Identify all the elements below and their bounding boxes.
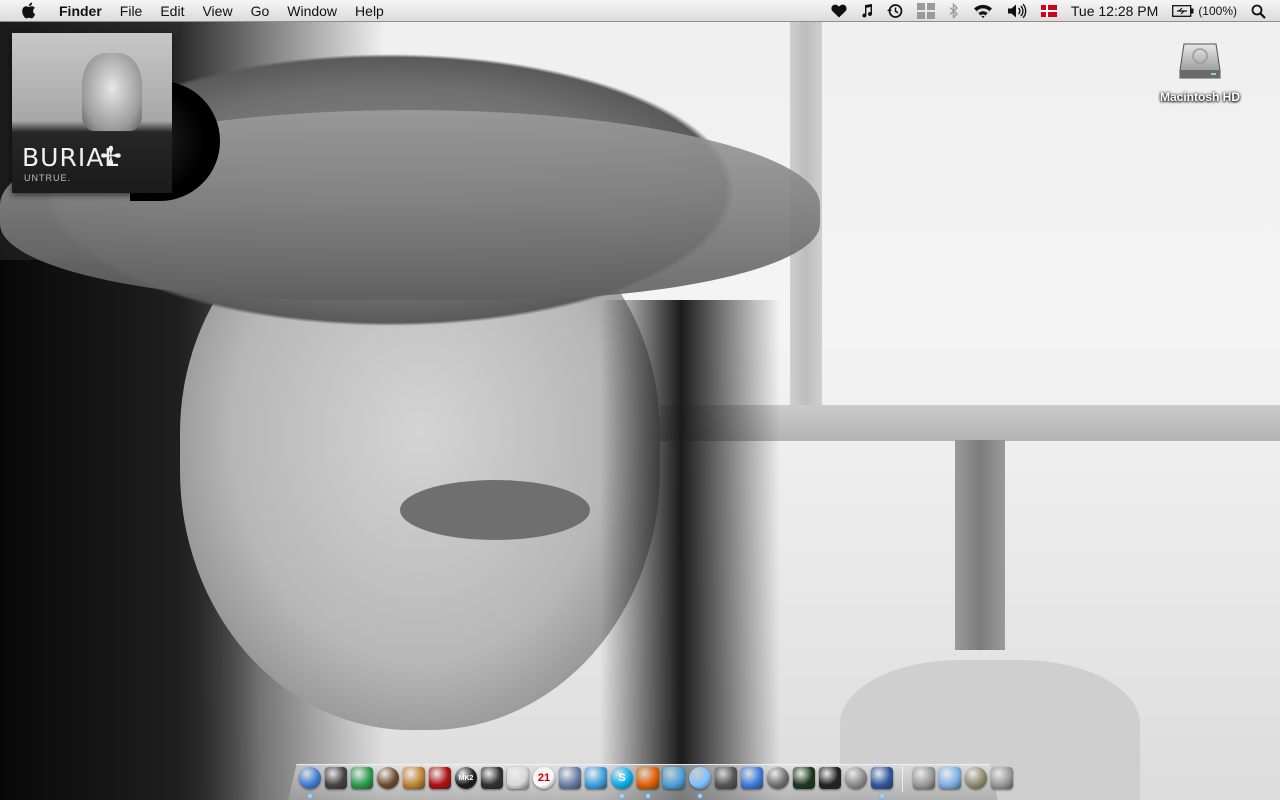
downloads-stack-icon[interactable]: [912, 766, 936, 790]
danish-flag-icon[interactable]: [1034, 0, 1064, 22]
apple-logo-icon[interactable]: [20, 2, 36, 19]
menu-app-finder[interactable]: Finder: [50, 0, 111, 22]
ical-label: 21: [537, 772, 551, 784]
running-indicator: [308, 794, 312, 798]
dashboard-icon[interactable]: [324, 766, 348, 790]
spotlight-icon[interactable]: [1244, 0, 1280, 22]
album-art-widget[interactable]: BURIAL ✢ UNTRUE.: [12, 33, 220, 201]
running-indicator: [880, 794, 884, 798]
mk2-app-label: MK2: [458, 774, 474, 782]
running-indicator: [698, 794, 702, 798]
photo-app-icon[interactable]: [870, 766, 894, 798]
menu-view[interactable]: View: [193, 0, 241, 22]
finder-icon[interactable]: [298, 766, 322, 798]
music-note-icon[interactable]: [854, 0, 880, 22]
album-cover: BURIAL ✢ UNTRUE.: [12, 33, 172, 193]
preview-icon[interactable]: [714, 766, 738, 790]
album-subtitle: UNTRUE.: [24, 173, 71, 183]
skype-icon[interactable]: S: [610, 766, 634, 798]
volume-icon[interactable]: [1000, 0, 1034, 22]
clock[interactable]: Tue 12:28 PM: [1064, 0, 1165, 22]
itunes-icon[interactable]: [688, 766, 712, 798]
heart-icon[interactable]: [824, 0, 854, 22]
running-indicator: [646, 794, 650, 798]
ical-icon[interactable]: 21: [532, 766, 556, 790]
mk2-app-icon[interactable]: MK2: [454, 766, 478, 790]
guitar-icon[interactable]: [402, 766, 426, 790]
photo-booth-icon[interactable]: [766, 766, 790, 790]
wallpaper-post-lower: [955, 440, 1005, 650]
menu-help[interactable]: Help: [346, 0, 393, 22]
trash-icon[interactable]: [990, 766, 1014, 790]
game-icon[interactable]: [376, 766, 400, 790]
wallpaper-lips: [400, 480, 590, 540]
dock-icons: MK2 21 S: [298, 762, 1014, 798]
sims-icon[interactable]: [350, 766, 374, 790]
documents-stack-icon[interactable]: [964, 766, 988, 790]
firefox-icon[interactable]: [636, 766, 660, 798]
time-machine-icon[interactable]: [880, 0, 910, 22]
system-preferences-icon[interactable]: [844, 766, 868, 790]
wifi-icon[interactable]: [966, 0, 1000, 22]
clapper-icon[interactable]: [480, 766, 504, 790]
battery-percent: (100%): [1198, 4, 1237, 18]
album-figure: [82, 53, 142, 131]
bluetooth-icon[interactable]: [942, 0, 966, 22]
terminal-icon[interactable]: [818, 766, 842, 790]
menu-edit[interactable]: Edit: [151, 0, 193, 22]
running-indicator: [620, 794, 624, 798]
battery-icon: [1172, 5, 1194, 17]
spaces-icon[interactable]: [910, 0, 942, 22]
messenger-icon[interactable]: [584, 766, 608, 790]
menu-window[interactable]: Window: [278, 0, 346, 22]
applications-folder-icon[interactable]: [938, 766, 962, 790]
skype-label: S: [618, 772, 626, 784]
desktop-icon-label: Macintosh HD: [1159, 90, 1240, 104]
menu-file[interactable]: File: [111, 0, 152, 22]
safari-icon[interactable]: [662, 766, 686, 790]
menu-bar: Finder File Edit View Go Window Help Tue…: [0, 0, 1280, 22]
activity-monitor-icon[interactable]: [792, 766, 816, 790]
wallpaper-hair-right: [600, 300, 780, 800]
record-app-icon[interactable]: [428, 766, 452, 790]
dock-separator: [896, 766, 910, 792]
menu-go[interactable]: Go: [242, 0, 279, 22]
scripting-app-icon[interactable]: [506, 766, 530, 790]
battery-status[interactable]: (100%): [1165, 0, 1244, 22]
word-app-icon[interactable]: [740, 766, 764, 790]
address-book-icon[interactable]: [558, 766, 582, 790]
hard-drive-icon: [1178, 38, 1222, 82]
album-cross-icon: ✢: [100, 141, 122, 171]
desktop-icon-macintosh-hd[interactable]: Macintosh HD: [1150, 38, 1250, 104]
